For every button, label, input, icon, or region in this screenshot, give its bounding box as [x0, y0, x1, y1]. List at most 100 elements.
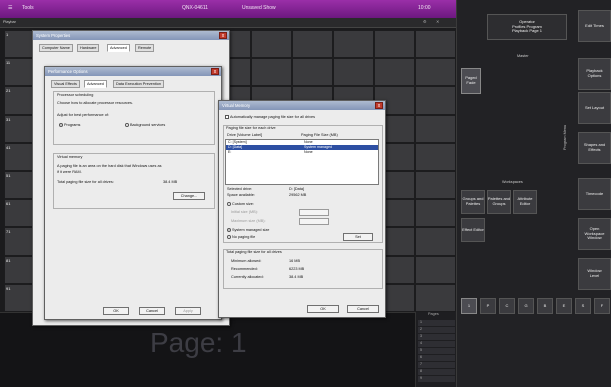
key-button[interactable]: G — [518, 298, 534, 314]
key-button[interactable]: C — [499, 298, 515, 314]
side-button-label: Set Layout — [584, 104, 605, 110]
tab-visual-effects[interactable]: Visual Effects — [51, 80, 80, 88]
background-label: Background services — [130, 123, 166, 127]
custom-size-option[interactable]: Custom size: — [227, 202, 254, 206]
playback-cell[interactable] — [414, 86, 456, 115]
tools-icon[interactable]: ☰ — [8, 5, 12, 11]
drive-name: C: [System] — [228, 140, 247, 144]
key-button[interactable]: P — [480, 298, 496, 314]
playback-cell[interactable] — [332, 30, 374, 59]
key-button[interactable]: 1 — [461, 298, 477, 314]
playback-cell[interactable] — [332, 58, 374, 87]
page-item[interactable]: 4 — [418, 341, 455, 347]
rec-label: Recommended: — [231, 267, 258, 271]
settings-icon[interactable]: ⚙ — [423, 19, 426, 24]
cancel-button[interactable]: Cancel — [347, 305, 379, 313]
page-item[interactable]: 5 — [418, 348, 455, 354]
pages-panel: Pages 123456789 — [415, 312, 456, 387]
playback-cell[interactable] — [414, 255, 456, 284]
total-group-label: Total paging file size for all drives — [226, 250, 282, 254]
col-drive: Drive [Volume Label] — [227, 133, 263, 137]
playback-cell[interactable] — [291, 58, 333, 87]
close-icon[interactable]: ✕ — [436, 19, 439, 24]
processor-scheduling-group — [53, 91, 215, 145]
no-paging-option[interactable]: No paging file — [227, 235, 255, 239]
page-item[interactable]: 2 — [418, 327, 455, 333]
side-button[interactable]: Open Workspace Window — [578, 218, 611, 250]
side-button-label: Timecode — [585, 190, 604, 196]
workspace-button-label: Attribute Editor — [517, 196, 533, 206]
selected-drive-label: Selected drive: — [227, 187, 253, 191]
close-icon[interactable]: x — [375, 102, 383, 109]
playback-cell[interactable] — [414, 142, 456, 171]
playback-cell[interactable] — [250, 58, 292, 87]
side-button[interactable]: Playback Options — [578, 58, 611, 90]
playback-cell[interactable] — [250, 30, 292, 59]
workspace-button[interactable]: Effect Editor — [461, 218, 485, 242]
tab-dep[interactable]: Data Execution Prevention — [113, 80, 164, 88]
checkbox-icon — [225, 115, 229, 119]
drive-list[interactable]: C: [System] None D: [Data] System managed … — [225, 139, 379, 185]
tools-menu[interactable]: Tools — [22, 5, 34, 11]
page-item[interactable]: 3 — [418, 334, 455, 340]
key-button[interactable]: E — [556, 298, 572, 314]
close-icon[interactable]: x — [219, 32, 227, 39]
paged-fade-button[interactable]: Paged Fade — [461, 68, 481, 94]
page-item[interactable]: 7 — [418, 362, 455, 368]
key-button[interactable]: S — [575, 298, 591, 314]
playback-cell[interactable] — [414, 30, 456, 59]
playback-cell[interactable] — [414, 283, 456, 312]
playback-cell[interactable] — [414, 199, 456, 228]
initial-size-input[interactable] — [299, 209, 329, 216]
cancel-button[interactable]: Cancel — [139, 307, 165, 315]
system-managed-option[interactable]: System managed size — [227, 228, 269, 232]
operator-info: Operator Profiles Program Playback Page … — [487, 14, 567, 40]
tab-advanced[interactable]: Advanced — [84, 80, 107, 88]
playback-cell[interactable] — [373, 30, 415, 59]
change-button[interactable]: Change... — [173, 192, 205, 200]
side-button[interactable]: Shapes and Effects — [578, 132, 611, 164]
max-size-input[interactable] — [299, 218, 329, 225]
space-value: 29562 MB — [289, 193, 307, 197]
min-value: 16 MB — [289, 259, 300, 263]
programs-option[interactable]: Programs — [59, 123, 80, 127]
page-item[interactable]: 6 — [418, 355, 455, 361]
background-option[interactable]: Background services — [125, 123, 165, 127]
apply-button[interactable]: Apply — [175, 307, 201, 315]
playback-cell[interactable] — [373, 58, 415, 87]
paged-fade-label: Paged Fade — [465, 75, 477, 85]
key-button[interactable]: B — [537, 298, 553, 314]
side-button[interactable]: Set Layout — [578, 92, 611, 124]
ok-button[interactable]: OK — [103, 307, 129, 315]
playback-cell[interactable] — [414, 114, 456, 143]
page-item[interactable]: 1 — [418, 320, 455, 326]
side-button[interactable]: Edit Times — [578, 10, 611, 42]
page-item[interactable]: 8 — [418, 369, 455, 375]
auto-manage-checkbox[interactable]: Automatically manage paging file size fo… — [225, 115, 315, 119]
key-button[interactable]: F — [594, 298, 610, 314]
tab-computer-name[interactable]: Computer Name — [39, 44, 73, 52]
workspace-button[interactable]: Groups and Palettes — [461, 190, 485, 214]
show-name[interactable]: Unsaved Show — [242, 5, 276, 11]
tab-remote[interactable]: Remote — [135, 44, 155, 52]
ok-button[interactable]: OK — [307, 305, 339, 313]
playback-cell[interactable] — [414, 58, 456, 87]
programs-label: Programs — [64, 123, 81, 127]
drive-row-e[interactable]: E: None — [226, 150, 378, 155]
tab-advanced[interactable]: Advanced — [107, 44, 130, 52]
playback-cell[interactable] — [414, 227, 456, 256]
side-button[interactable]: Window Level — [578, 258, 611, 290]
side-button[interactable]: Timecode — [578, 178, 611, 210]
cur-value: 38.4 MB — [289, 275, 304, 279]
cur-label: Currently allocated: — [231, 275, 264, 279]
page-item[interactable]: 9 — [418, 376, 455, 382]
drive-name: D: [Data] — [228, 145, 243, 149]
playback-cell[interactable] — [291, 30, 333, 59]
playback-cell[interactable] — [414, 171, 456, 200]
set-button[interactable]: Set — [343, 233, 373, 241]
tab-hardware[interactable]: Hardware — [77, 44, 100, 52]
close-icon[interactable]: x — [211, 68, 219, 75]
workspace-button[interactable]: Palettes and Groups — [487, 190, 511, 214]
workspace-button[interactable]: Attribute Editor — [513, 190, 537, 214]
space-label: Space available: — [227, 193, 255, 197]
